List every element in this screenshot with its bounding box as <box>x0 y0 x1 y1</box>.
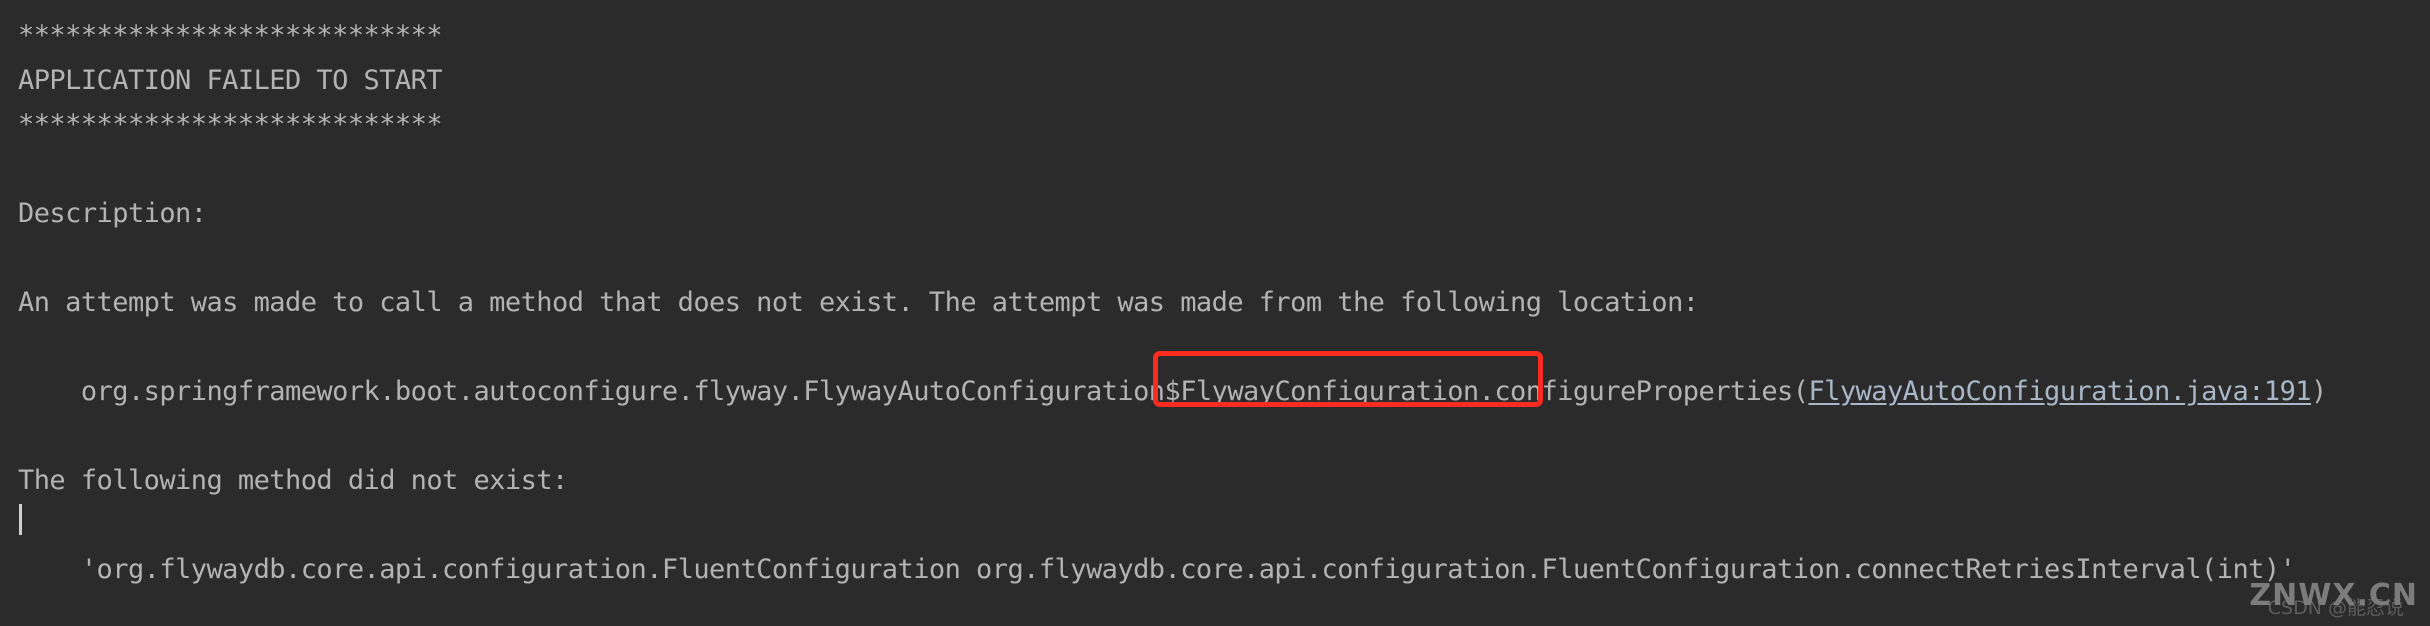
banner-rule-bottom: *************************** <box>18 109 443 140</box>
stack-trace-prefix: org.springframework.boot.autoconfigure.f… <box>80 376 1150 407</box>
stack-trace-indent <box>18 376 81 407</box>
stack-trace-close-paren: ) <box>2311 376 2327 407</box>
text-cursor <box>19 504 22 535</box>
watermark-secondary-text: CSDN @能忍说 <box>2267 597 2404 619</box>
description-label: Description: <box>18 198 207 229</box>
source-file-link[interactable]: FlywayAutoConfiguration.java:191 <box>1808 376 2311 407</box>
banner-rule-top: *************************** <box>18 20 443 51</box>
stack-trace-suffix: onfigureProperties( <box>1510 376 1809 407</box>
stack-trace-highlighted-segment: n$FlywayConfiguration.c <box>1148 376 1511 407</box>
application-failed-title: APPLICATION FAILED TO START <box>18 64 443 96</box>
description-body: An attempt was made to call a method tha… <box>18 287 1699 318</box>
stack-trace-line: org.springframework.boot.autoconfigure.f… <box>18 370 2430 415</box>
missing-method-signature: 'org.flywaydb.core.api.configuration.Flu… <box>18 554 2296 585</box>
console-output-panel: *************************** APPLICATION … <box>0 0 2430 626</box>
missing-method-label: The following method did not exist: <box>18 465 568 496</box>
